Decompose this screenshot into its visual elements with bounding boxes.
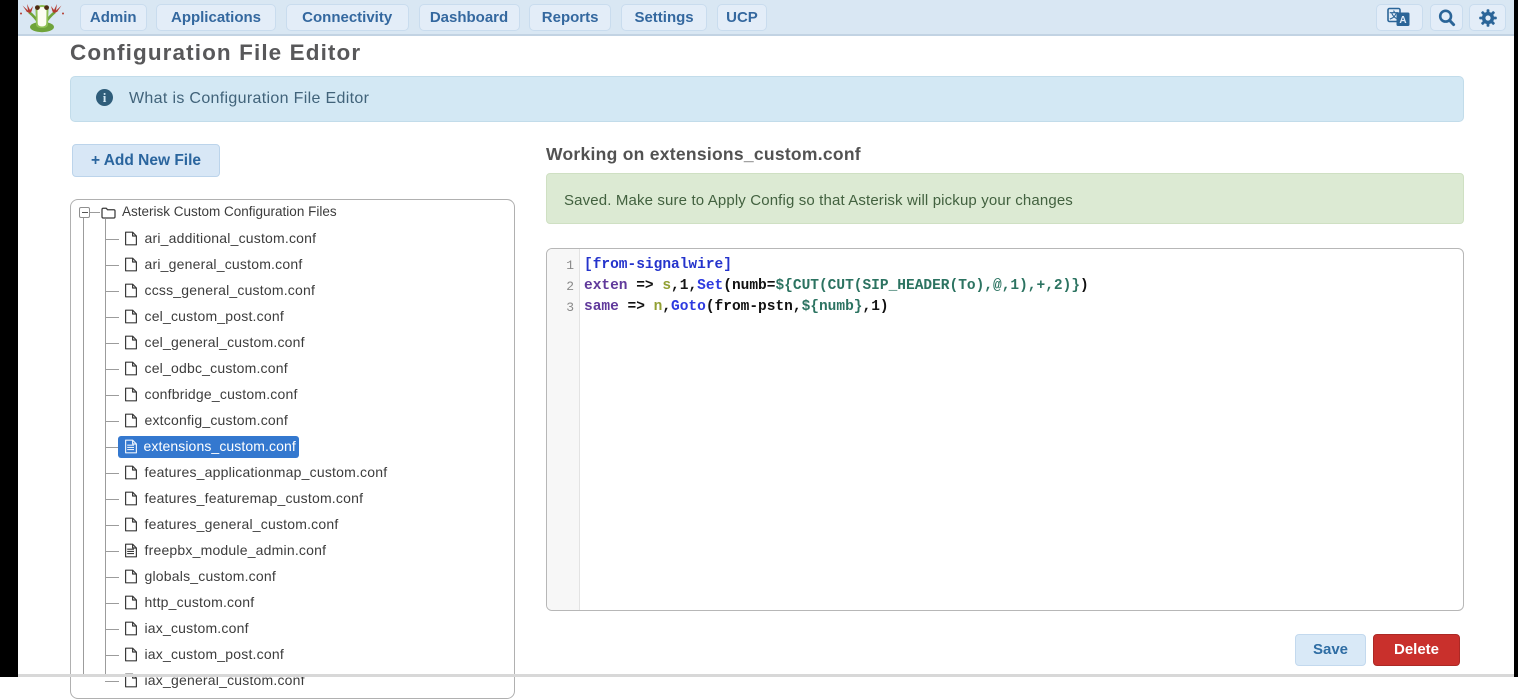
svg-text:A: A xyxy=(1399,15,1406,26)
